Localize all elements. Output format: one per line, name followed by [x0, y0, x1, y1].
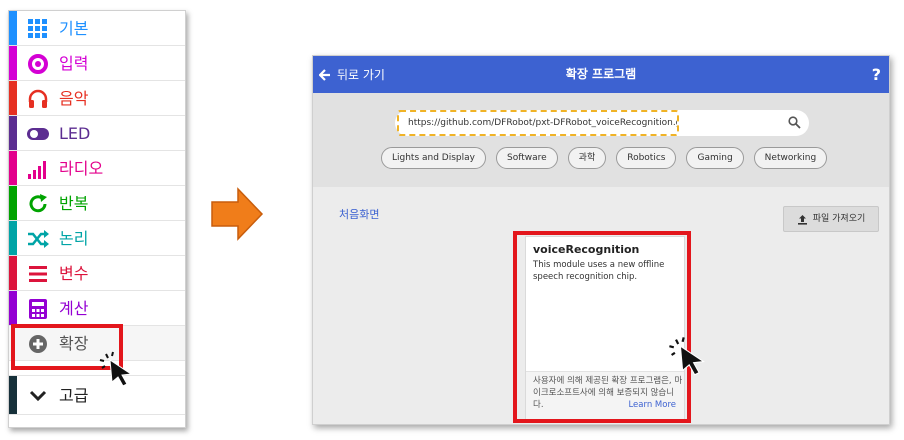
- toggle-icon: [27, 128, 49, 140]
- category-label: 계산: [59, 299, 89, 318]
- chip-lights-and-display[interactable]: Lights and Display: [381, 147, 486, 169]
- category-label: 논리: [59, 229, 89, 248]
- category-label: 기본: [59, 19, 89, 38]
- search-input-box[interactable]: https://github.com/DFRobot/pxt-DFRobot_v…: [395, 110, 809, 136]
- category-label: LED: [59, 124, 91, 143]
- category-color-bar: [9, 256, 17, 290]
- help-button[interactable]: ?: [872, 56, 881, 93]
- grid-icon: [28, 19, 47, 38]
- category-label: 변수: [59, 264, 89, 283]
- card-description: This module uses a new offline speech re…: [533, 260, 665, 282]
- category-color-bar: [9, 376, 17, 414]
- category-label: 반복: [59, 194, 89, 213]
- chip-gaming[interactable]: Gaming: [686, 147, 744, 169]
- calculator-icon: [29, 299, 47, 319]
- import-file-button[interactable]: 파일 가져오기: [783, 206, 879, 232]
- category-chips: Lights and Display Software 과학 Robotics …: [381, 147, 828, 169]
- refresh-icon: [29, 194, 47, 213]
- category-label: 음악: [59, 89, 89, 108]
- category-radio[interactable]: 라디오: [9, 151, 185, 186]
- category-color-bar: [9, 46, 17, 80]
- home-breadcrumb[interactable]: 처음화면: [339, 206, 379, 222]
- extension-card-voice-recognition[interactable]: voiceRecognition This module uses a new …: [525, 236, 685, 421]
- dialog-title: 확장 프로그램: [565, 67, 637, 81]
- category-color-bar: [9, 81, 17, 115]
- category-label: 고급: [59, 386, 89, 405]
- category-label: 라디오: [59, 159, 104, 178]
- category-label: 입력: [59, 54, 89, 73]
- signal-bars-icon: [28, 161, 46, 179]
- radio-target-icon: [28, 54, 48, 74]
- search-area: https://github.com/DFRobot/pxt-DFRobot_v…: [313, 93, 889, 187]
- category-led[interactable]: LED: [9, 116, 185, 151]
- chip-networking[interactable]: Networking: [753, 147, 828, 169]
- category-loops[interactable]: 반복: [9, 186, 185, 221]
- headphones-icon: [28, 89, 48, 108]
- search-icon[interactable]: [788, 116, 801, 129]
- chevron-down-icon: [29, 390, 47, 402]
- pointer-cursor-icon: [669, 337, 706, 376]
- category-color-bar: [9, 186, 17, 220]
- list-lines-icon: [29, 266, 47, 282]
- shuffle-icon: [28, 230, 49, 248]
- category-basic[interactable]: 기본: [9, 11, 185, 46]
- category-math[interactable]: 계산: [9, 291, 185, 326]
- card-title: voiceRecognition: [533, 243, 640, 256]
- chip-software[interactable]: Software: [495, 147, 558, 169]
- search-input[interactable]: https://github.com/DFRobot/pxt-DFRobot_v…: [397, 110, 679, 136]
- plus-circle-icon: [29, 335, 47, 353]
- category-color-bar: [9, 11, 17, 45]
- import-file-label: 파일 가져오기: [812, 214, 866, 224]
- category-music[interactable]: 음악: [9, 81, 185, 116]
- learn-more-link[interactable]: Learn More: [628, 400, 676, 410]
- category-input[interactable]: 입력: [9, 46, 185, 81]
- category-color-bar: [9, 221, 17, 255]
- chip-science[interactable]: 과학: [567, 147, 607, 169]
- right-arrow-icon: [211, 187, 264, 241]
- chip-robotics[interactable]: Robotics: [616, 147, 677, 169]
- pointer-cursor-icon: [99, 351, 133, 387]
- category-color-bar: [9, 291, 17, 325]
- category-color-bar: [9, 116, 17, 150]
- category-label: 확장: [59, 334, 89, 353]
- category-variables[interactable]: 변수: [9, 256, 185, 291]
- dialog-header: 뒤로 가기 확장 프로그램 ?: [313, 56, 889, 93]
- card-footer: 사용자에 의해 제공된 확장 프로그램은, 마이크로소프트사에 의해 보증되지 …: [526, 371, 684, 421]
- category-logic[interactable]: 논리: [9, 221, 185, 256]
- upload-icon: [797, 214, 807, 225]
- category-color-bar: [9, 151, 17, 185]
- extensions-dialog: 뒤로 가기 확장 프로그램 ? https://github.com/DFRob…: [312, 55, 890, 425]
